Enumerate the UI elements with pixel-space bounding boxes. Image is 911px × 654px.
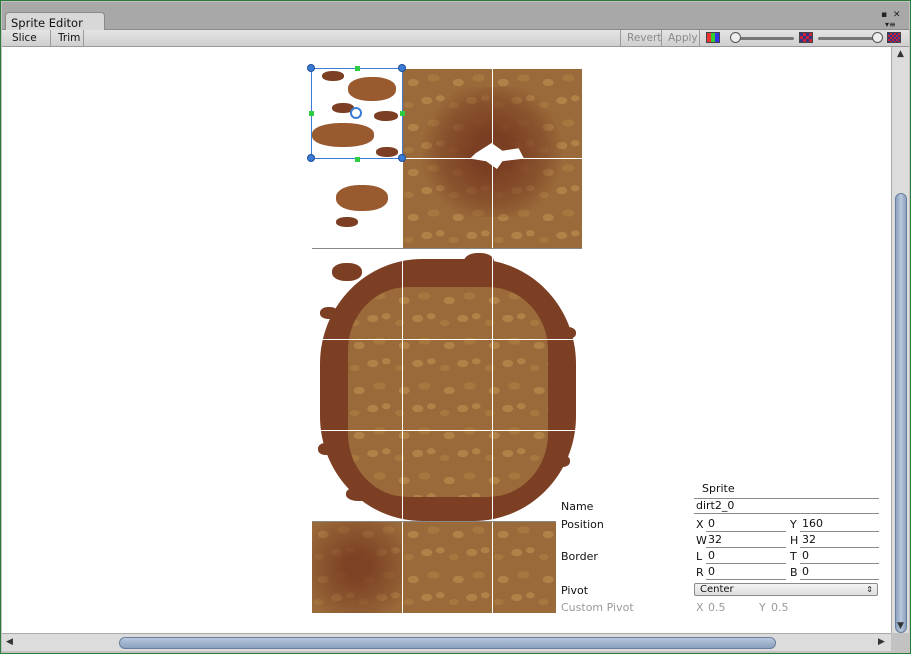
resize-handle[interactable]: [398, 64, 406, 72]
l-label: L: [696, 550, 703, 563]
y-field[interactable]: 160: [800, 517, 879, 532]
x-field[interactable]: 0: [706, 517, 786, 532]
stone: [464, 253, 494, 271]
position-label: Position: [561, 518, 604, 531]
menu-icon[interactable]: ▾≡: [885, 20, 896, 29]
trim-button[interactable]: Trim: [52, 30, 84, 46]
zoom-slider-knob[interactable]: [730, 32, 741, 43]
mip-slider[interactable]: [818, 37, 880, 40]
h-label: H: [790, 534, 799, 547]
dirt-patch-center: [348, 287, 548, 497]
slice-line: [312, 248, 582, 249]
slice-line: [312, 339, 582, 340]
mip-slider-knob[interactable]: [872, 32, 883, 43]
stone: [336, 217, 358, 227]
vertical-scrollbar[interactable]: ▲ ▼: [891, 47, 909, 633]
stone: [554, 455, 570, 467]
custom-pivot-label: Custom Pivot: [561, 601, 634, 614]
t-field[interactable]: 0: [800, 549, 879, 564]
scroll-left-icon[interactable]: ◀: [6, 637, 13, 647]
edge-handle[interactable]: [309, 111, 314, 116]
stone: [332, 263, 362, 281]
close-icon[interactable]: ✕: [893, 10, 901, 20]
b-label: B: [790, 566, 798, 579]
horizontal-scrollbar[interactable]: ◀ ▶: [2, 633, 891, 651]
stone: [320, 307, 338, 319]
dark-dirt-patch: [312, 521, 402, 613]
w-field[interactable]: 32: [706, 533, 786, 548]
pivot-dropdown[interactable]: Center ⇕: [694, 583, 878, 596]
window-controls: ▪ ✕ ▾≡: [871, 8, 901, 29]
pivot-value: Center: [700, 584, 734, 595]
custom-pivot-y-field: 0.5: [771, 601, 789, 614]
slice-line: [312, 521, 556, 522]
mip-large-icon: [887, 32, 901, 43]
slice-line: [492, 69, 493, 613]
mip-small-icon: [799, 32, 813, 43]
apply-button[interactable]: Apply: [662, 30, 700, 46]
revert-button[interactable]: Revert: [620, 30, 662, 46]
custom-pivot-x-label: X: [696, 601, 704, 614]
border-label: Border: [561, 550, 598, 563]
y-label: Y: [790, 518, 797, 531]
resize-handle[interactable]: [307, 64, 315, 72]
stone: [336, 185, 388, 211]
x-label: X: [696, 518, 704, 531]
dropdown-arrow-icon: ⇕: [866, 585, 873, 594]
resize-handle[interactable]: [307, 154, 315, 162]
name-label: Name: [561, 500, 594, 513]
scroll-up-icon[interactable]: ▲: [897, 49, 904, 59]
resize-handle[interactable]: [398, 154, 406, 162]
sprite-editor-window: Sprite Editor ▪ ✕ ▾≡ Slice ⇕ Trim Revert…: [0, 0, 911, 654]
tab-bar: Sprite Editor ▪ ✕ ▾≡: [2, 2, 909, 30]
scroll-down-icon[interactable]: ▼: [897, 621, 904, 631]
l-field[interactable]: 0: [706, 549, 786, 564]
tab-sprite-editor[interactable]: Sprite Editor: [5, 12, 105, 30]
vertical-scroll-thumb[interactable]: [895, 193, 907, 633]
slice-label: Slice: [12, 32, 37, 44]
custom-pivot-x-field: 0.5: [708, 601, 726, 614]
zoom-slider[interactable]: [732, 37, 794, 40]
r-label: R: [696, 566, 704, 579]
b-field[interactable]: 0: [800, 565, 879, 580]
pivot-label: Pivot: [561, 584, 589, 597]
scroll-right-icon[interactable]: ▶: [878, 637, 885, 647]
horizontal-scroll-thumb[interactable]: [119, 637, 776, 649]
custom-pivot-y-label: Y: [759, 601, 766, 614]
slice-dropdown[interactable]: Slice ⇕: [6, 30, 51, 55]
sprite-inspector: Sprite Name dirt2_0 Position X 0 Y 160 W…: [559, 479, 881, 619]
toolbar: Slice ⇕ Trim Revert Apply: [2, 30, 909, 55]
edge-handle[interactable]: [355, 157, 360, 162]
h-field[interactable]: 32: [800, 533, 879, 548]
edge-handle[interactable]: [400, 111, 405, 116]
edge-handle[interactable]: [355, 66, 360, 71]
slice-line: [312, 430, 582, 431]
stone: [346, 487, 372, 501]
maximize-icon[interactable]: ▪: [881, 10, 887, 20]
stone: [318, 443, 334, 455]
color-channel-icon[interactable]: [706, 32, 720, 43]
t-label: T: [790, 550, 797, 563]
panel-header: Sprite: [702, 482, 735, 495]
r-field[interactable]: 0: [706, 565, 786, 580]
sprite-canvas[interactable]: Sprite Name dirt2_0 Position X 0 Y 160 W…: [2, 47, 891, 633]
stone: [558, 327, 576, 339]
name-field[interactable]: dirt2_0: [694, 499, 879, 514]
pivot-icon[interactable]: [350, 107, 362, 119]
